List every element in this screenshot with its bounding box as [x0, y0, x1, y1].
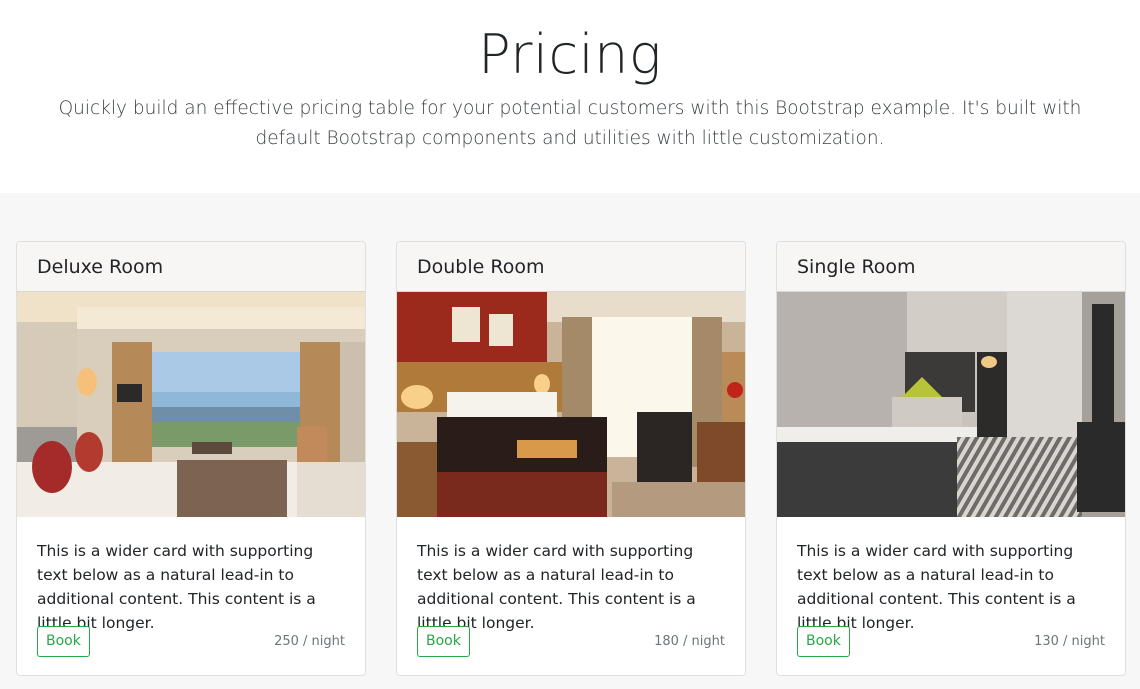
page-title: Pricing	[478, 23, 662, 86]
room-card-double: Double Room This is a wider card with su…	[396, 241, 746, 676]
page-lead: Quickly build an effective pricing table…	[58, 98, 1082, 149]
card-header: Single Room	[777, 242, 1125, 292]
card-title: Deluxe Room	[37, 255, 164, 278]
room-price: 180 / night	[654, 633, 725, 649]
card-footer: Book 180 / night	[417, 625, 725, 657]
card-title: Single Room	[797, 255, 916, 278]
pricing-header: Pricing Quickly build an effective prici…	[0, 0, 1140, 193]
room-cards-section: Deluxe Room This is a wider card with su…	[0, 193, 1140, 689]
book-button[interactable]: Book	[417, 625, 470, 657]
room-price: 250 / night	[274, 633, 345, 649]
card-body: This is a wider card with supporting tex…	[397, 517, 745, 635]
card-body: This is a wider card with supporting tex…	[777, 517, 1125, 635]
card-description: This is a wider card with supporting tex…	[797, 542, 1076, 632]
book-button[interactable]: Book	[797, 625, 850, 657]
card-title: Double Room	[417, 255, 545, 278]
card-description: This is a wider card with supporting tex…	[37, 542, 316, 632]
card-description: This is a wider card with supporting tex…	[417, 542, 696, 632]
card-header: Deluxe Room	[17, 242, 365, 292]
room-image-double	[397, 292, 745, 517]
card-header: Double Room	[397, 242, 745, 292]
book-button[interactable]: Book	[37, 625, 90, 657]
room-image-single	[777, 292, 1125, 517]
room-card-deluxe: Deluxe Room This is a wider card with su…	[16, 241, 366, 676]
room-card-single: Single Room This is a wider card with su…	[776, 241, 1126, 676]
card-body: This is a wider card with supporting tex…	[17, 517, 365, 635]
card-footer: Book 250 / night	[37, 625, 345, 657]
room-price: 130 / night	[1034, 633, 1105, 649]
room-image-deluxe	[17, 292, 365, 517]
card-footer: Book 130 / night	[797, 625, 1105, 657]
